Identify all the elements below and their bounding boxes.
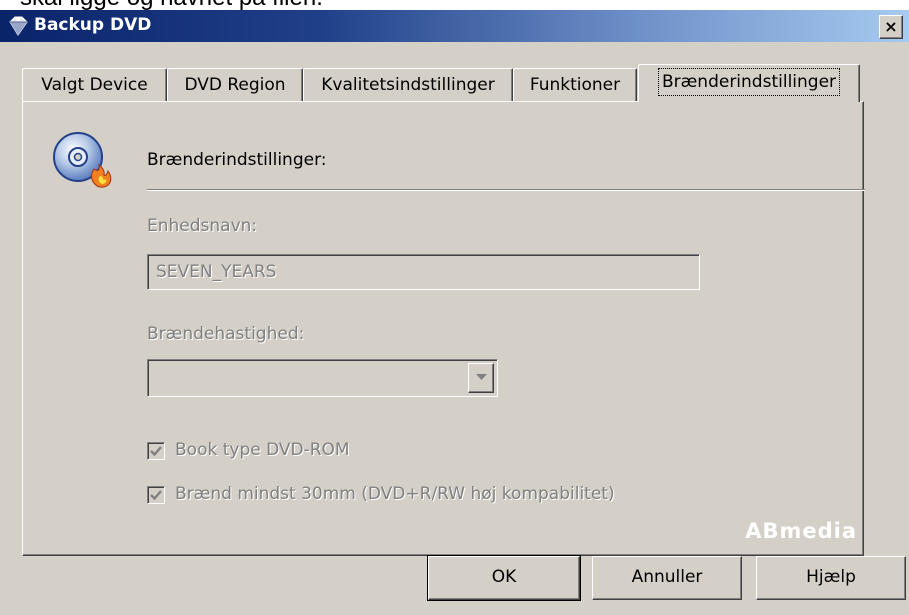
chevron-down-icon: [476, 374, 487, 380]
backup-dvd-dialog: Backup DVD × Valgt Device DVD Region Kva…: [0, 10, 909, 615]
help-button[interactable]: Hjælp: [756, 556, 906, 600]
device-name-field[interactable]: SEVEN_YEARS: [147, 254, 700, 290]
burn-speed-dropdown[interactable]: [147, 359, 498, 397]
device-name-label: Enhedsnavn:: [147, 216, 258, 236]
tab-label: Brænderindstillinger: [657, 68, 841, 96]
tab-panel-braenderindstillinger: Brænderindstillinger: Enhedsnavn: SEVEN_…: [22, 101, 865, 556]
tab-label: Funktioner: [529, 75, 621, 95]
tab-braenderindstillinger[interactable]: Brænderindstillinger: [638, 64, 860, 102]
book-type-checkbox[interactable]: [147, 442, 165, 460]
ok-button[interactable]: OK: [427, 555, 581, 601]
cd-burner-icon: [53, 132, 112, 188]
tab-label: Valgt Device: [41, 75, 148, 95]
book-type-label: Book type DVD-ROM: [175, 440, 350, 460]
window-title: Backup DVD: [34, 15, 152, 35]
burn-30mm-label: Brænd mindst 30mm (DVD+R/RW høj kompabil…: [175, 484, 615, 504]
tab-label: Kvalitetsindstillinger: [321, 75, 495, 95]
close-icon: ×: [884, 17, 898, 36]
tab-dvd-region[interactable]: DVD Region: [167, 68, 303, 101]
burn-speed-label: Brændehastighed:: [147, 324, 305, 344]
title-bar[interactable]: Backup DVD ×: [0, 10, 909, 42]
section-title: Brænderindstillinger:: [147, 150, 327, 170]
cancel-button[interactable]: Annuller: [592, 556, 742, 600]
dropdown-arrow-button[interactable]: [468, 363, 494, 393]
gem-icon: [9, 16, 28, 36]
burn-30mm-checkbox[interactable]: [147, 486, 165, 504]
checkmark-icon: [150, 490, 162, 501]
close-button[interactable]: ×: [879, 15, 903, 39]
tab-funktioner[interactable]: Funktioner: [513, 68, 637, 101]
tab-label: DVD Region: [184, 75, 286, 95]
tab-valgt-device[interactable]: Valgt Device: [22, 68, 167, 101]
tab-kvalitetsindstillinger[interactable]: Kvalitetsindstillinger: [303, 68, 513, 101]
abmedia-watermark: ABmedia: [745, 519, 857, 543]
section-divider: [147, 189, 865, 191]
checkmark-icon: [150, 446, 162, 457]
